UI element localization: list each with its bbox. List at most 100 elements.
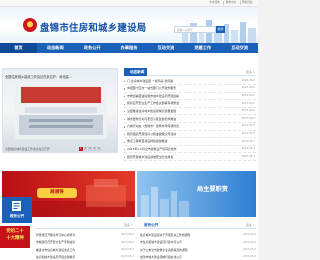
bullet-icon <box>124 141 126 143</box>
list-item[interactable]: 住房和城乡建设局开展主题教育 2023-05-3 <box>34 254 134 260</box>
bullet-icon <box>124 134 126 136</box>
affairs-more-link[interactable]: 更多 > <box>246 222 255 228</box>
news-item-date: 2023-06-0 <box>241 86 255 90</box>
list-item[interactable]: 推进全市住房城乡建设重点工作 2023-05-3 <box>34 247 134 254</box>
list-item-date: 2023-05-3 <box>243 247 256 251</box>
news-item-title[interactable]: 2023年1-5月全市建筑业产值同比增长 <box>127 147 227 151</box>
bullet-icon <box>124 96 126 98</box>
list-item[interactable]: 我局召开安全生产工作会议部署专项整治 2023-06-0 <box>124 100 256 108</box>
nav-public-affairs[interactable]: 政务公开 <box>74 43 111 53</box>
news-list: 门 住房城乡建设部 一线风采 新风貌 2023-06-0 中组部十四次一站式部门公… <box>124 78 256 162</box>
news-item-title[interactable]: 中组部十四次一站式部门公开政务服务 <box>127 86 227 90</box>
list-item-title[interactable]: 住房和城乡建设局开展主题教育 <box>36 255 106 259</box>
news-header: 动态新闻 更多 > <box>124 68 256 76</box>
search-button[interactable]: 搜索 <box>216 26 225 33</box>
main-nav: 首页 动态新闻 政务公开 办事服务 互动交流 党建工作 互动交流 <box>0 43 258 53</box>
list-item-date: 2023-06-0 <box>243 240 256 244</box>
utility-link-sitemap[interactable]: 网站导航 <box>239 1 254 5</box>
nav-news[interactable]: 动态新闻 <box>37 43 74 53</box>
public-affairs-tile[interactable]: 政务公开 <box>2 197 32 223</box>
bullet-icon <box>124 80 126 83</box>
news-item-title[interactable]: 我局召开安全生产工作会议部署专项整治 <box>127 101 227 105</box>
bullet-icon <box>124 149 126 151</box>
nav-party-work[interactable]: 党建工作 <box>184 43 221 53</box>
news-item-date: 2023-06-0 <box>241 109 255 113</box>
news-item-date: 2023-06-0 <box>241 94 255 98</box>
left-list: 局党组召开理论学习中心组学习 2023-06-0 市城建局召开安全生产专题会议 20… <box>34 232 134 260</box>
list-item[interactable]: 我局组织开展住房公积金政策宣传活动 2023-05-3 <box>124 131 256 139</box>
emblem-icon <box>23 18 37 32</box>
bullet-icon <box>124 118 126 121</box>
bullet-icon <box>124 126 126 128</box>
news-title[interactable]: 动态新闻 <box>124 68 148 76</box>
list-item[interactable]: 全面推进住房城乡建设领域高质量发展 2023-06-0 <box>124 108 256 116</box>
list-item-title[interactable]: 市住房和城乡建设局行政许可公示 <box>140 240 226 244</box>
list-item[interactable]: 市住房和城乡建设局行政许可公示 2023-06-0 <box>138 239 256 246</box>
news-more-link[interactable]: 更多 > <box>246 69 255 75</box>
utility-link-simplified[interactable]: 中文简体 <box>208 1 221 5</box>
affairs-title[interactable]: 政务公开 <box>137 221 161 229</box>
list-item-title[interactable]: 住房城乡建设部关于开展有关工作的通知 <box>140 233 226 237</box>
list-item[interactable]: 重点工程项目建设持续加快推进 2023-05-3 <box>124 138 256 146</box>
list-item-title[interactable]: 局党组召开理论学习中心组学习 <box>36 233 106 237</box>
left-list-header: 更多 > <box>34 221 134 229</box>
search-input[interactable]: 请输入关键字 <box>174 26 216 33</box>
list-item[interactable]: 2023年1-5月全市建筑业产值同比增长 2023-05-3 <box>124 146 256 154</box>
news-item-title[interactable]: 我局组织开展住房公积金政策宣传活动 <box>127 132 227 136</box>
nav-interaction[interactable]: 互动交流 <box>147 43 184 53</box>
badge-line-2: 十大精神 <box>6 236 24 241</box>
list-item[interactable]: 六城行动在（盘锦市）建筑市场专项检查 2023-05-3 <box>124 123 256 131</box>
photo-carousel[interactable]: 全国住房城乡建设工作会议在京召开：深化建… 全国住房城乡建设工作会议在京召开 1… <box>2 68 118 153</box>
public-affairs-tile-label[interactable]: 政务公开 <box>2 214 32 219</box>
list-item[interactable]: 住房城乡建设部关于开展有关工作的通知 2023-06-0 <box>138 232 256 239</box>
list-item-date: 2023-05-3 <box>243 255 256 259</box>
news-item-date: 2023-06-0 <box>241 101 255 105</box>
carousel-page-2[interactable]: 2 <box>83 147 87 151</box>
carousel-page-5[interactable]: 5 <box>97 147 101 151</box>
duties-banner[interactable]: 局主要职责 <box>137 171 256 217</box>
list-item-title[interactable]: 推进全市住房城乡建设重点工作 <box>36 248 106 252</box>
news-item-date: 2023-05-3 <box>241 154 255 158</box>
list-item[interactable]: 门 住房城乡建设部 一线风采 新风貌 2023-06-0 <box>124 78 256 86</box>
list-item[interactable]: 局党组召开理论学习中心组学习 2023-06-0 <box>34 232 134 239</box>
list-item[interactable]: 盘锦市城乡建设领域行政执法公示 2023-05-3 <box>138 254 256 260</box>
party-congress-badge[interactable]: 党的二十 十大精神 <box>0 226 30 248</box>
nav-services[interactable]: 办事服务 <box>111 43 148 53</box>
list-item[interactable]: 中组部十四次一站式部门公开政务服务 2023-06-0 <box>124 85 256 93</box>
news-item-title[interactable]: 门 住房城乡建设部 一线风采 新风貌 <box>127 79 227 83</box>
page: 中文简体 繁体中文 网站导航 盘锦市住房和城乡建设局 请输入关键字 搜索 首页 … <box>0 0 258 260</box>
news-item-title[interactable]: 我局开展城乡建设领域安全隐患排查 <box>127 155 227 159</box>
list-item[interactable]: 市城建局召开安全生产专题会议 2023-06-0 <box>34 239 134 246</box>
news-item-date: 2023-06-0 <box>241 78 255 82</box>
nav-interaction-2[interactable]: 互动交流 <box>221 43 258 53</box>
site-header: 盘锦市住房和城乡建设局 请输入关键字 搜索 <box>0 7 258 43</box>
list-item[interactable]: 市委巡察组进驻我市城乡建设局开展巡察 2023-06-0 <box>124 93 256 101</box>
list-item[interactable]: 关于公布全市建筑企业资质情况的通知 2023-05-3 <box>138 247 256 254</box>
news-item-title[interactable]: 市委巡察组进驻我市城乡建设局开展巡察 <box>127 94 227 98</box>
document-icon <box>12 201 21 211</box>
utility-link-traditional[interactable]: 繁体中文 <box>223 1 237 5</box>
carousel-page-3[interactable]: 3 <box>88 147 92 151</box>
news-item-title[interactable]: 六城行动在（盘锦市）建筑市场专项检查 <box>127 124 227 128</box>
news-item-title[interactable]: 重点工程项目建设持续加快推进 <box>127 139 227 143</box>
list-item-title[interactable]: 关于公布全市建筑企业资质情况的通知 <box>140 248 226 252</box>
nav-home[interactable]: 首页 <box>0 43 37 53</box>
photo-caption[interactable]: 全国住房城乡建设工作会议在京召开：深化建… <box>5 74 72 79</box>
utility-links: 中文简体 繁体中文 网站导航 <box>208 1 254 5</box>
list-item-date: 2023-06-0 <box>121 233 134 237</box>
affairs-header: 政务公开 更多 > <box>137 221 256 229</box>
list-item[interactable]: 城市更新行动与老旧小区改造稳步推进 2023-06-0 <box>124 115 256 124</box>
list-item[interactable]: 我局开展城乡建设领域安全隐患排查 2023-05-3 <box>124 153 256 162</box>
photo-bottom-caption: 全国住房城乡建设工作会议在京召开 <box>5 147 50 151</box>
duties-label[interactable]: 局主要职责 <box>197 184 228 193</box>
left-list-more-link[interactable]: 更多 > <box>124 222 133 228</box>
list-item-title[interactable]: 盘锦市城乡建设领域行政执法公示 <box>140 255 226 259</box>
leaders-label[interactable]: 局领导 <box>37 188 77 198</box>
news-item-title[interactable]: 城市更新行动与老旧小区改造稳步推进 <box>127 117 227 121</box>
bullet-icon <box>124 88 126 90</box>
news-item-title[interactable]: 全面推进住房城乡建设领域高质量发展 <box>127 109 227 113</box>
carousel-page-4[interactable]: 4 <box>92 147 96 151</box>
list-item-date: 2023-06-0 <box>243 233 256 237</box>
list-item-title[interactable]: 市城建局召开安全生产专题会议 <box>36 240 106 244</box>
carousel-page-1[interactable]: 1 <box>79 147 83 151</box>
